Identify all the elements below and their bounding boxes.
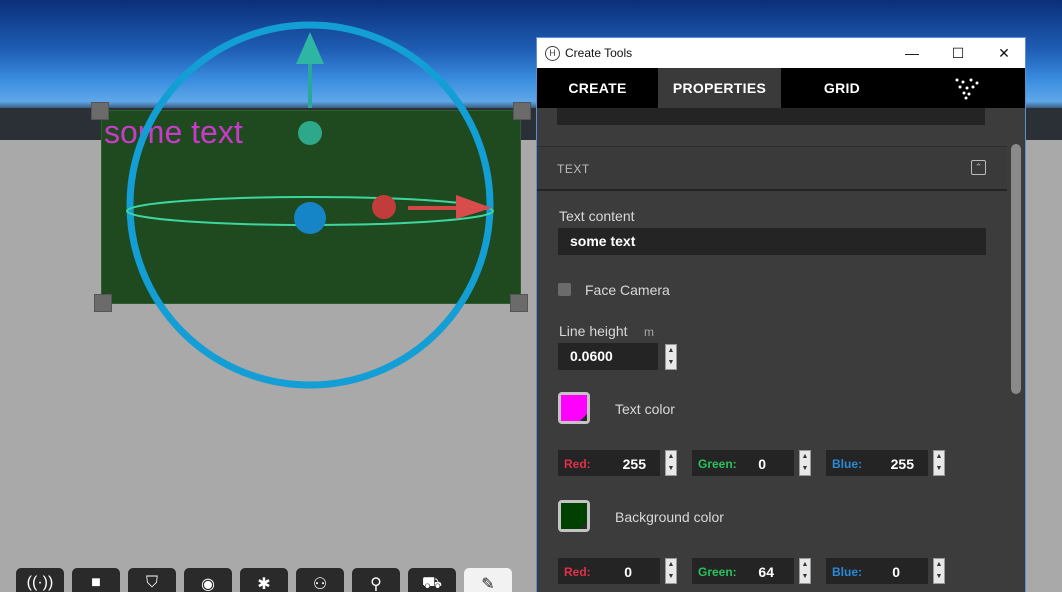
red-label: Red: xyxy=(564,457,591,471)
green-label: Green: xyxy=(698,565,737,579)
face-camera-label: Face Camera xyxy=(585,282,670,298)
title-bar[interactable]: H Create Tools — ☐ ✕ xyxy=(537,38,1025,68)
stepper-down-icon[interactable]: ▼ xyxy=(666,571,676,583)
text-red-field[interactable]: Red: 255 xyxy=(558,450,660,476)
swatch-picker-icon xyxy=(580,414,587,421)
create-tools-window: H Create Tools — ☐ ✕ CREATE PROPERTIES G… xyxy=(536,37,1026,592)
scrollbar-thumb[interactable] xyxy=(1011,144,1021,394)
y-axis-arrow[interactable] xyxy=(296,32,324,64)
bg-red-value[interactable]: 0 xyxy=(618,564,632,580)
close-button[interactable]: ✕ xyxy=(981,38,1025,68)
avatar-tool-icon[interactable]: ✱ xyxy=(240,568,288,592)
line-height-label: Line height xyxy=(559,323,628,339)
face-camera-checkbox[interactable] xyxy=(558,283,571,296)
line-height-unit: m xyxy=(644,325,654,339)
properties-content: TEXT ⌃ Text content some text Face Camer… xyxy=(537,108,1007,592)
text-blue-stepper[interactable]: ▲ ▼ xyxy=(933,450,945,476)
audio-tool-icon[interactable]: ((·)) xyxy=(16,568,64,592)
transform-gizmo[interactable] xyxy=(0,0,536,560)
text-color-label: Text color xyxy=(615,401,675,417)
bg-green-field[interactable]: Green: 64 xyxy=(692,558,794,584)
text-blue-value[interactable]: 255 xyxy=(886,456,914,472)
stepper-up-icon[interactable]: ▲ xyxy=(800,451,810,463)
people-tool-icon[interactable]: ⚇ xyxy=(296,568,344,592)
text-content-label: Text content xyxy=(559,208,635,224)
x-axis-handle[interactable] xyxy=(372,195,396,219)
text-section-title: TEXT xyxy=(557,162,590,176)
red-label: Red: xyxy=(564,565,591,579)
bg-green-stepper[interactable]: ▲ ▼ xyxy=(799,558,811,584)
bg-blue-stepper[interactable]: ▲ ▼ xyxy=(933,558,945,584)
bg-green-value[interactable]: 64 xyxy=(752,564,774,580)
collapse-icon[interactable]: ⌃ xyxy=(971,160,986,175)
blue-label: Blue: xyxy=(832,565,862,579)
stepper-down-icon[interactable]: ▼ xyxy=(800,571,810,583)
minimize-button[interactable]: — xyxy=(889,38,935,68)
text-red-value[interactable]: 255 xyxy=(618,456,646,472)
blue-label: Blue: xyxy=(832,457,862,471)
tab-properties[interactable]: PROPERTIES xyxy=(658,68,781,108)
text-green-stepper[interactable]: ▲ ▼ xyxy=(799,450,811,476)
z-axis-handle[interactable] xyxy=(294,202,326,234)
text-blue-field[interactable]: Blue: 255 xyxy=(826,450,928,476)
bg-red-field[interactable]: Red: 0 xyxy=(558,558,660,584)
stepper-down-icon[interactable]: ▼ xyxy=(800,463,810,475)
tab-grid[interactable]: GRID xyxy=(781,68,903,108)
stepper-up-icon[interactable]: ▲ xyxy=(666,451,676,463)
tab-bar: CREATE PROPERTIES GRID xyxy=(537,68,1025,108)
window-title: Create Tools xyxy=(565,46,633,60)
stepper-up-icon[interactable]: ▲ xyxy=(666,559,676,571)
text-content-input[interactable]: some text xyxy=(558,228,986,255)
bg-blue-value[interactable]: 0 xyxy=(886,564,900,580)
bg-red-stepper[interactable]: ▲ ▼ xyxy=(665,558,677,584)
stepper-down-icon[interactable]: ▼ xyxy=(666,463,676,475)
text-green-value[interactable]: 0 xyxy=(752,456,766,472)
text-red-stepper[interactable]: ▲ ▼ xyxy=(665,450,677,476)
stepper-down-icon[interactable]: ▼ xyxy=(934,571,944,583)
background-color-swatch[interactable] xyxy=(558,500,590,532)
background-color-label: Background color xyxy=(615,509,724,525)
bg-blue-field[interactable]: Blue: 0 xyxy=(826,558,928,584)
text-color-swatch[interactable] xyxy=(558,392,590,424)
chat-tool-icon[interactable]: ■ xyxy=(72,568,120,592)
properties-scrollbar[interactable] xyxy=(1007,108,1025,592)
bottom-toolbar: ((·)) ■ ⛉ ◉ ✱ ⚇ ⚲ ⛟ ✎ xyxy=(0,562,536,592)
stepper-up-icon[interactable]: ▲ xyxy=(800,559,810,571)
cart-tool-icon[interactable]: ⛟ xyxy=(408,568,456,592)
stepper-down-icon[interactable]: ▼ xyxy=(666,357,676,369)
previous-section-field[interactable] xyxy=(557,108,985,125)
tab-create[interactable]: CREATE xyxy=(537,68,658,108)
maximize-button[interactable]: ☐ xyxy=(935,38,981,68)
shield-tool-icon[interactable]: ⛉ xyxy=(128,568,176,592)
app-icon: H xyxy=(545,46,560,61)
line-height-stepper[interactable]: ▲ ▼ xyxy=(665,344,677,370)
y-axis-handle[interactable] xyxy=(298,121,322,145)
create-tool-icon[interactable]: ✎ xyxy=(464,568,512,592)
stepper-up-icon[interactable]: ▲ xyxy=(934,451,944,463)
stepper-up-icon[interactable]: ▲ xyxy=(666,345,676,357)
text-section-header[interactable]: TEXT ⌃ xyxy=(537,146,1007,191)
green-label: Green: xyxy=(698,457,737,471)
search-tool-icon[interactable]: ⚲ xyxy=(352,568,400,592)
line-height-input[interactable]: 0.0600 xyxy=(558,343,658,370)
stepper-down-icon[interactable]: ▼ xyxy=(934,463,944,475)
particles-tab-icon[interactable] xyxy=(951,76,981,100)
text-green-field[interactable]: Green: 0 xyxy=(692,450,794,476)
stepper-up-icon[interactable]: ▲ xyxy=(934,559,944,571)
swatch-picker-icon xyxy=(580,522,587,529)
camera-tool-icon[interactable]: ◉ xyxy=(184,568,232,592)
